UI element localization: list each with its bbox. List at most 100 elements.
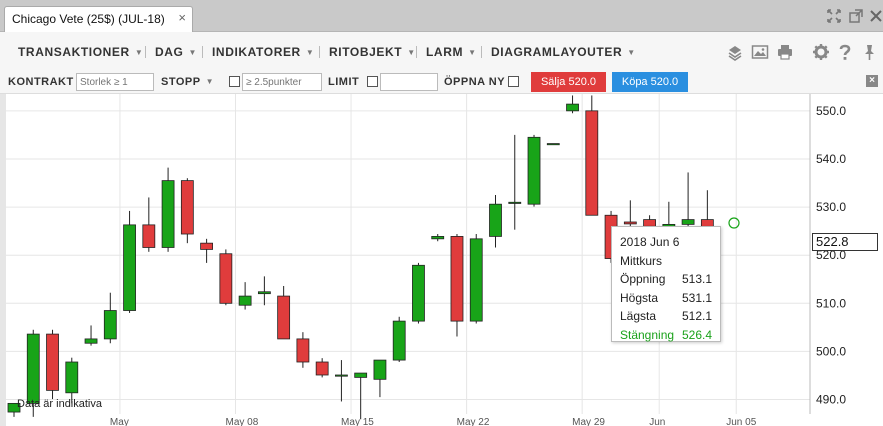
tooltip-value: 526.4 [681,327,712,342]
menu-label: LARM [426,45,464,59]
menu-label: DAG [155,45,184,59]
tooltip-value: 512.1 [681,309,712,323]
trade-bar: KONTRAKT STOPP ▼ LIMIT ÖPPNA NY Sälja 520… [0,70,883,94]
tooltip-high-row: Högsta 531.1 [620,289,712,308]
menu-divider [416,46,417,58]
candle-body [469,238,483,322]
price-chart[interactable]: 490.0500.0510.0520.0530.0540.0550.0 May M… [0,94,883,426]
help-icon[interactable] [836,43,854,61]
pin-icon[interactable] [860,43,878,61]
limit-label: LIMIT [328,76,360,88]
candle-body [238,295,252,306]
fullscreen-icon[interactable] [826,8,842,24]
tooltip-date-row: 2018 Jun 6 [620,233,712,252]
current-price-label: 522.8 [812,233,878,251]
tooltip-label: Stängning [620,327,675,342]
price-tick-label: 510.0 [816,296,846,310]
tooltip-value: 513.1 [681,272,712,286]
candle-body [681,219,695,225]
menu-larm[interactable]: LARM ▼ [426,45,477,59]
candle-body [200,242,214,250]
candle-body [65,361,79,394]
sell-button[interactable]: Sälja 520.0 [531,72,606,92]
candle-body [84,338,98,344]
candle-body [103,310,117,340]
image-icon[interactable] [751,43,769,61]
data-disclaimer: Data är indikativa [17,398,102,410]
tooltip-label: Öppning [620,272,666,286]
price-tick-label: 490.0 [816,393,846,407]
open-new-checkbox[interactable] [508,76,519,87]
chevron-down-icon: ▼ [305,48,315,57]
instrument-tab-title: Chicago Vete (25$) (JUL-18) [12,12,165,26]
candle-body [315,361,329,376]
buy-button[interactable]: Köpa 520.0 [612,72,688,92]
stop-dropdown[interactable]: STOPP ▼ [161,76,214,88]
candle-body [277,295,291,340]
menu-indikatorer[interactable]: INDIKATORER ▼ [212,45,314,59]
date-tick-label: May 15 [341,417,374,426]
candle-body [585,110,599,216]
limit-checkbox[interactable] [367,76,378,87]
close-trade-panel-icon[interactable]: × [866,75,878,87]
print-icon[interactable] [776,43,794,61]
contract-label: KONTRAKT [8,76,74,88]
stop-label: STOPP [161,76,201,88]
date-tick-label: Jun [649,417,665,426]
date-tick-label: May 22 [457,417,490,426]
left-scroll-edge[interactable] [0,94,6,426]
date-tick-label: May 29 [572,417,605,426]
tooltip-close-row: Stängning 526.4 [620,326,712,345]
menu-divider [319,46,320,58]
candle-body [180,180,194,235]
candle-body [373,359,387,380]
candle-tooltip: 2018 Jun 6 Mittkurs Öppning 513.1 Högsta 5… [611,226,721,342]
tooltip-low-row: Lägsta 512.1 [620,307,712,326]
close-tab-icon[interactable]: × [178,11,186,25]
candle-body [392,320,406,361]
price-tick-label: 500.0 [816,344,846,358]
candle-body [26,333,40,404]
candle-body [450,236,464,322]
chart-window: Chicago Vete (25$) (JUL-18) × TRANSAKTIO… [0,0,883,426]
popout-icon[interactable] [848,8,864,24]
chevron-down-icon: ▼ [134,48,144,57]
candle-body [508,201,522,204]
layers-icon[interactable] [726,43,744,61]
chevron-down-icon: ▼ [188,48,197,57]
gear-icon[interactable] [812,43,830,61]
tooltip-value: 531.1 [681,290,712,305]
candle-body [489,203,502,237]
tab-bar: Chicago Vete (25$) (JUL-18) × [0,0,883,32]
stop-points-input[interactable] [242,73,322,91]
tooltip-series-row: Mittkurs [620,252,712,271]
tooltip-date: 2018 Jun 6 [620,235,680,249]
limit-input[interactable] [380,73,438,91]
menu-diagramlayouter[interactable]: DIAGRAMLAYOUTER ▼ [491,45,636,59]
tooltip-series: Mittkurs [620,253,662,268]
menu-label: TRANSAKTIONER [18,45,130,59]
candle-body [546,143,560,146]
menu-ritobjekt[interactable]: RITOBJEKT ▼ [329,45,416,59]
menu-transaktioner[interactable]: TRANSAKTIONER ▼ [18,45,143,59]
menu-bar: TRANSAKTIONER ▼ DAG ▼ INDIKATORER ▼ RITOBJE… [0,32,883,70]
contract-size-input[interactable] [76,73,154,91]
candle-body [46,333,59,391]
chevron-down-icon: ▼ [407,48,416,57]
tooltip-label: Högsta [620,290,659,305]
date-tick-label: Jun 05 [726,417,756,426]
candle-body [123,224,136,311]
instrument-tab[interactable]: Chicago Vete (25$) (JUL-18) × [4,6,193,32]
date-tick-label: May [110,417,129,426]
stop-checkbox[interactable] [229,76,240,87]
tooltip-label: Lägsta [620,309,657,323]
candle-body [527,136,541,205]
menu-divider [202,46,203,58]
tooltip-open-row: Öppning 513.1 [620,270,712,289]
candle-body [296,338,310,363]
candle-body [335,374,348,377]
menu-dag[interactable]: DAG ▼ [155,45,197,59]
close-window-icon[interactable] [868,8,883,24]
chevron-down-icon: ▼ [627,48,636,57]
candle-body [161,180,175,248]
